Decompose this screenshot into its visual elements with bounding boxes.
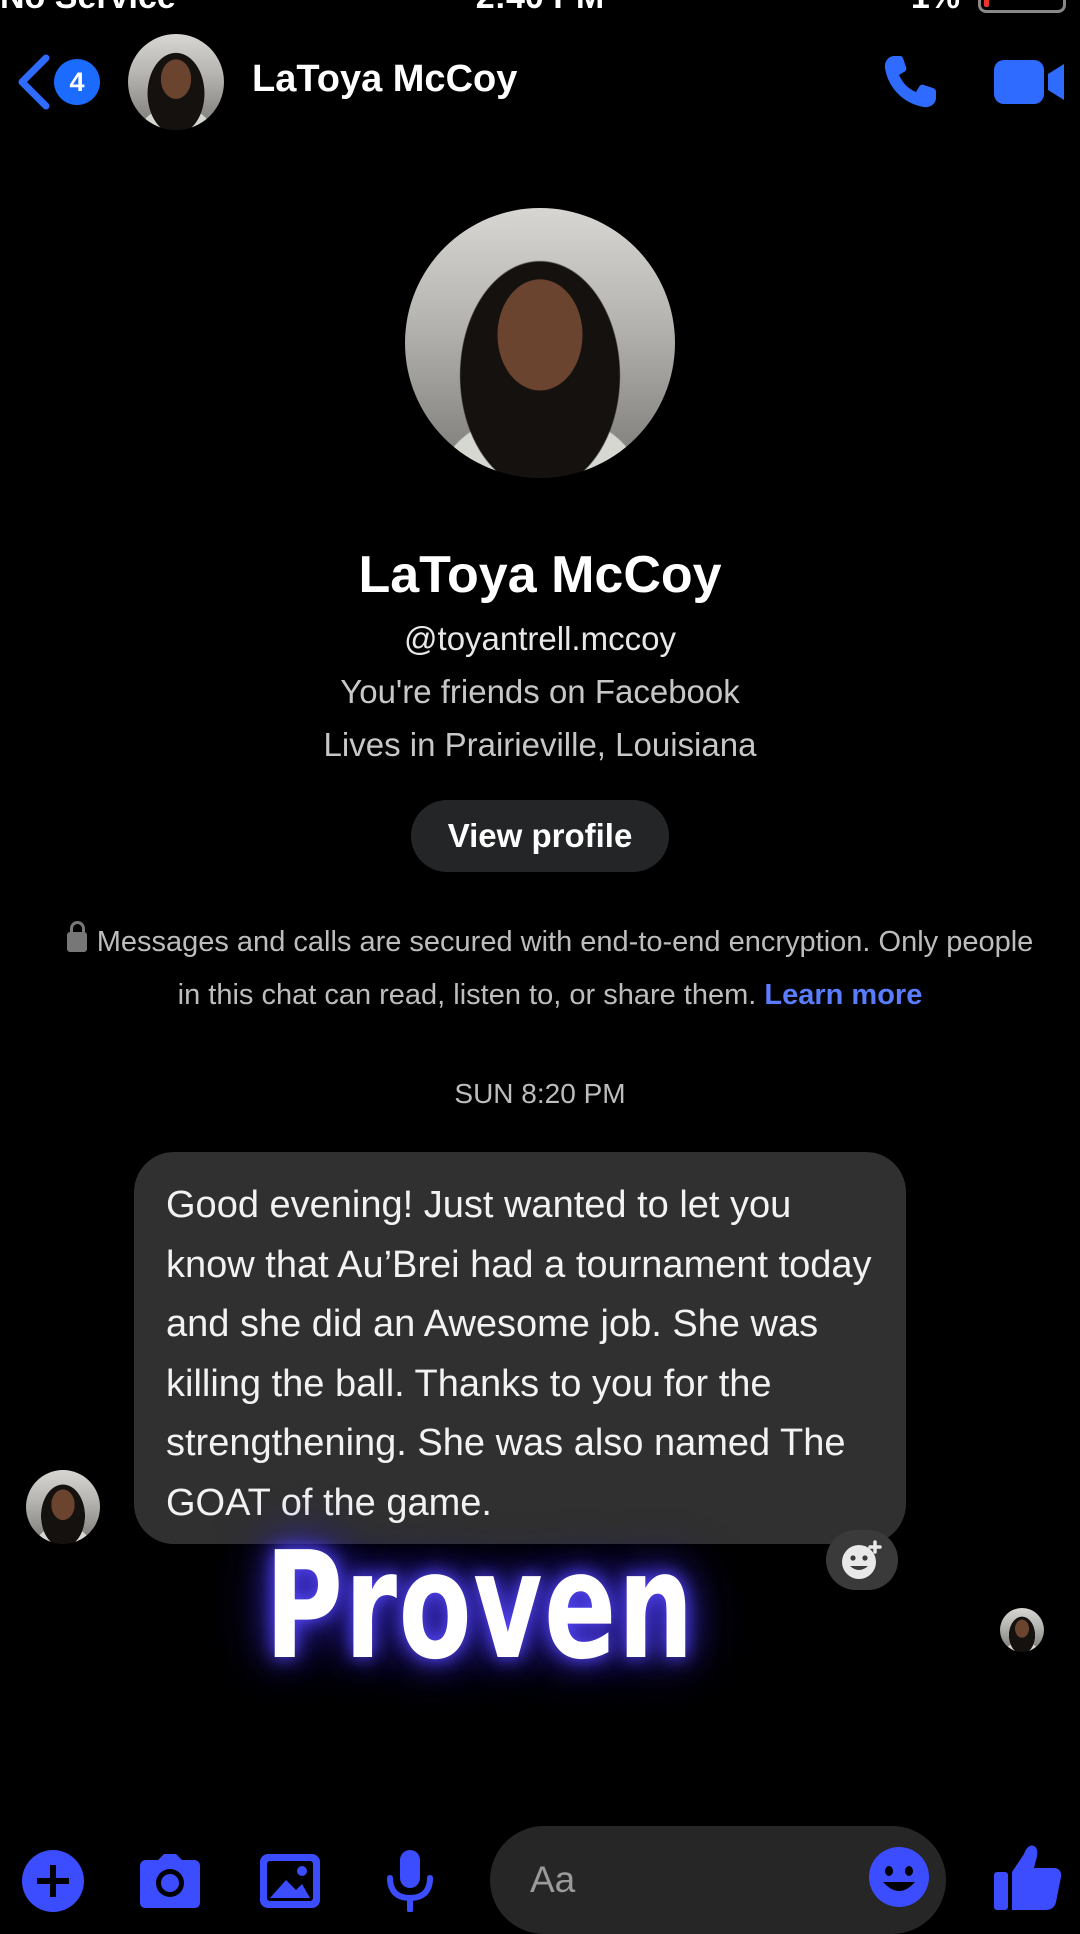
emoji-icon[interactable] [868, 1846, 930, 1908]
seen-receipt-avatar [1000, 1608, 1044, 1652]
profile-name: LaToya McCoy [358, 546, 722, 604]
overlay-caption: Proven [264, 1520, 696, 1692]
incoming-message-bubble[interactable]: Good evening! Just wanted to let you kno… [134, 1152, 906, 1544]
like-thumbs-up-icon[interactable] [992, 1842, 1062, 1912]
lock-icon [66, 921, 87, 952]
camera-icon[interactable] [138, 1848, 202, 1912]
profile-location: Lives in Prairieville, Louisiana [323, 726, 757, 763]
header-contact-name[interactable]: LaToya McCoy [252, 58, 517, 101]
friendship-status: You're friends on Facebook [340, 673, 740, 710]
phone-call-icon[interactable] [880, 52, 940, 112]
message-timestamp: SUN 8:20 PM [454, 1078, 626, 1109]
battery-percent: 1% [911, 0, 960, 17]
profile-avatar[interactable] [405, 208, 675, 478]
battery-icon [978, 0, 1066, 13]
profile-username: @toyantrell.mccoy [404, 620, 676, 657]
sender-avatar[interactable] [26, 1470, 100, 1544]
back-chevron-icon[interactable] [14, 52, 54, 112]
encryption-notice: Messages and calls are secured with end-… [60, 916, 1040, 1022]
view-profile-button[interactable]: View profile [411, 800, 669, 872]
unread-badge[interactable]: 4 [54, 59, 100, 105]
header-avatar[interactable] [128, 34, 224, 130]
gallery-icon[interactable] [258, 1848, 322, 1912]
learn-more-link[interactable]: Learn more [764, 979, 922, 1011]
add-reaction-icon [842, 1540, 882, 1579]
microphone-icon[interactable] [378, 1848, 442, 1912]
add-reaction-button[interactable] [826, 1530, 898, 1590]
more-actions-plus-icon[interactable] [22, 1850, 84, 1912]
video-call-icon[interactable] [992, 56, 1066, 108]
